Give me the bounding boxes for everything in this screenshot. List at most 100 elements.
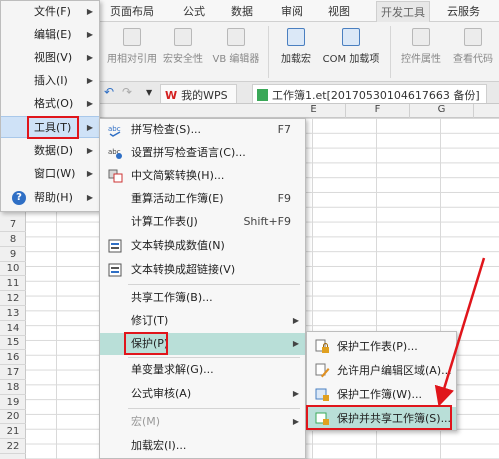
- menu-goal-seek[interactable]: 单变量求解(G)...: [100, 359, 305, 381]
- menu-help[interactable]: ? 帮助(H) ▶: [1, 187, 99, 209]
- menu-spell-language[interactable]: abc 设置拼写检查语言(C)...: [100, 142, 305, 164]
- menu-window[interactable]: 窗口(W) ▶: [1, 163, 99, 185]
- tab-view[interactable]: 视图: [328, 3, 350, 19]
- menu-text-to-number-label: 文本转换成数值(N): [131, 239, 225, 252]
- vb-editor-button[interactable]: VB 编辑器: [208, 28, 264, 65]
- row-header-13[interactable]: 13: [0, 307, 26, 321]
- menu-file[interactable]: 文件(F) ▶: [1, 1, 99, 23]
- row-header-18[interactable]: 18: [0, 381, 26, 395]
- com-add-ins-button[interactable]: COM 加载项: [318, 28, 384, 65]
- row-header-9[interactable]: 9: [0, 248, 26, 262]
- menu-revisions[interactable]: 修订(T) ▶: [100, 310, 305, 332]
- menu-spell-check-label: 拼写检查(S)...: [131, 123, 202, 136]
- menu-format[interactable]: 格式(O) ▶: [1, 93, 99, 115]
- submenu-arrow-icon: ▶: [86, 193, 93, 202]
- main-menu: 文件(F) ▶ 编辑(E) ▶ 视图(V) ▶ 插入(I) ▶ 格式(O) ▶ 工具(T)…: [0, 0, 100, 212]
- row-header-7[interactable]: 7: [0, 218, 26, 232]
- tab-review[interactable]: 审阅: [281, 3, 303, 19]
- row-header-20[interactable]: 20: [0, 410, 26, 425]
- tab-cloud[interactable]: 云服务: [447, 3, 480, 19]
- menu-edit-label: 编辑(E): [34, 28, 72, 41]
- menu-recalc-workbook[interactable]: 重算活动工作簿(E) F9: [100, 188, 305, 210]
- column-header-f[interactable]: F: [346, 104, 410, 118]
- add-ins-icon: [287, 28, 305, 46]
- menu-add-ins[interactable]: 加载宏(I)...: [100, 435, 305, 457]
- menu-view[interactable]: 视图(V) ▶: [1, 47, 99, 69]
- menu-separator: [128, 284, 300, 285]
- submenu-arrow-icon: ▶: [86, 76, 93, 85]
- menu-text-to-hyperlink[interactable]: 文本转换成超链接(V): [100, 259, 305, 281]
- menu-macro[interactable]: 宏(M) ▶: [100, 411, 305, 433]
- menu-calc-sheet[interactable]: 计算工作表(J) Shift+F9: [100, 211, 305, 233]
- com-add-ins-label: COM 加载项: [322, 54, 380, 65]
- control-properties-label: 控件属性: [401, 54, 441, 65]
- menu-recalc-workbook-label: 重算活动工作簿(E): [131, 192, 224, 205]
- menu-protect-sheet[interactable]: 保护工作表(P)...: [307, 335, 456, 358]
- menu-allow-edit-ranges-label: 允许用户编辑区域(A)...: [337, 364, 452, 377]
- com-add-ins-icon: [342, 28, 360, 46]
- redo-icon[interactable]: ↷: [122, 85, 132, 99]
- menu-macro-label: 宏(M): [131, 415, 161, 428]
- menu-spell-check[interactable]: abc 拼写检查(S)... F7: [100, 119, 305, 141]
- vb-editor-label: VB 编辑器: [212, 54, 260, 65]
- menu-insert[interactable]: 插入(I) ▶: [1, 70, 99, 92]
- tools-submenu: abc 拼写检查(S)... F7 abc 设置拼写检查语言(C)... 中文简繁…: [99, 118, 306, 459]
- row-header-10[interactable]: 10: [0, 262, 26, 277]
- tab-page-layout[interactable]: 页面布局: [110, 3, 154, 19]
- menu-insert-label: 插入(I): [34, 74, 68, 87]
- row-header-11[interactable]: 11: [0, 277, 26, 292]
- vb-editor-icon: [227, 28, 245, 46]
- menu-chinese-convert[interactable]: 中文简繁转换(H)...: [100, 165, 305, 187]
- wps-logo-icon: W: [165, 89, 178, 102]
- submenu-arrow-icon: ▶: [86, 169, 93, 178]
- relative-reference-button[interactable]: 用相对引用: [102, 28, 162, 65]
- menu-edit[interactable]: 编辑(E) ▶: [1, 24, 99, 46]
- add-ins-label: 加载宏: [281, 54, 311, 65]
- menu-formula-audit[interactable]: 公式审核(A) ▶: [100, 383, 305, 405]
- relative-reference-label: 用相对引用: [107, 54, 157, 65]
- view-code-button[interactable]: 查看代码: [448, 28, 498, 65]
- chinese-convert-icon: [108, 169, 123, 183]
- row-header-21[interactable]: 21: [0, 425, 26, 440]
- column-header-e[interactable]: E: [282, 104, 346, 118]
- menu-share-workbook[interactable]: 共享工作簿(B)...: [100, 287, 305, 309]
- row-header-19[interactable]: 19: [0, 396, 26, 410]
- menu-protect-workbook[interactable]: 保护工作簿(W)...: [307, 383, 456, 406]
- text-to-hyperlink-icon: [108, 263, 122, 277]
- column-header-g[interactable]: G: [410, 104, 474, 118]
- tab-my-wps[interactable]: W 我的WPS: [160, 84, 237, 103]
- add-ins-button[interactable]: 加载宏: [276, 28, 316, 65]
- spell-language-icon: abc: [108, 148, 122, 159]
- macro-security-icon: [174, 28, 192, 46]
- tab-developer[interactable]: 开发工具: [376, 1, 430, 23]
- menu-allow-edit-ranges[interactable]: 允许用户编辑区域(A)...: [307, 359, 456, 382]
- menu-data-label: 数据(D): [34, 144, 74, 157]
- row-header-22[interactable]: 22: [0, 440, 26, 454]
- dropdown-arrow-icon[interactable]: ▼: [146, 88, 152, 97]
- menu-data[interactable]: 数据(D) ▶: [1, 140, 99, 162]
- tab-formulas[interactable]: 公式: [183, 3, 205, 19]
- submenu-arrow-icon: ▶: [86, 99, 93, 108]
- row-header-16[interactable]: 16: [0, 351, 26, 366]
- menu-share-workbook-label: 共享工作簿(B)...: [131, 291, 213, 304]
- undo-icon[interactable]: ↶: [104, 85, 114, 99]
- menu-text-to-number[interactable]: 文本转换成数值(N): [100, 235, 305, 257]
- ribbon-separator: [390, 26, 391, 78]
- control-properties-button[interactable]: 控件属性: [396, 28, 446, 65]
- menu-shortcut: F7: [277, 123, 291, 136]
- menu-separator: [128, 408, 300, 409]
- tab-workbook[interactable]: 工作簿1.et[20170530104617663 备份]: [252, 84, 487, 103]
- row-header-15[interactable]: 15: [0, 336, 26, 351]
- menu-separator: [128, 357, 300, 358]
- tab-data[interactable]: 数据: [231, 3, 253, 19]
- text-to-number-icon: [108, 239, 122, 253]
- menu-shortcut: F9: [277, 192, 291, 205]
- menu-goal-seek-label: 单变量求解(G)...: [131, 363, 214, 376]
- macro-security-button[interactable]: 宏安全性: [160, 28, 206, 65]
- row-header-8[interactable]: 8: [0, 233, 26, 247]
- allow-edit-icon: [315, 363, 330, 378]
- row-header-14[interactable]: 14: [0, 322, 26, 336]
- row-header-17[interactable]: 17: [0, 366, 26, 380]
- menu-protect-workbook-label: 保护工作簿(W)...: [337, 388, 422, 401]
- row-header-12[interactable]: 12: [0, 292, 26, 306]
